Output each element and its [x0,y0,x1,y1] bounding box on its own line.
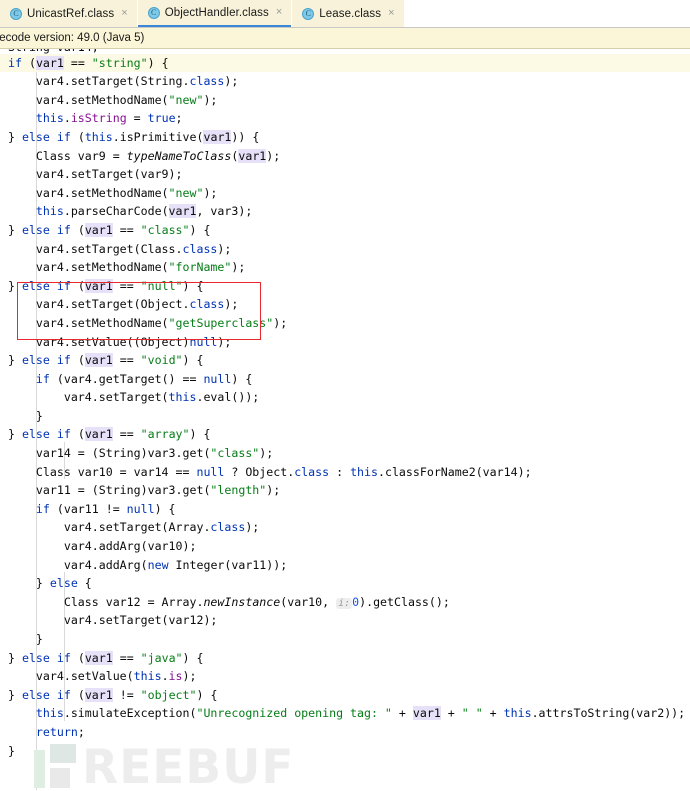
code-line[interactable]: var4.setTarget(Object.class); [0,295,690,314]
code-line[interactable]: } else if (var1 == "java") { [0,649,690,668]
code-line[interactable]: return; [0,723,690,742]
code-line[interactable]: } [0,630,690,649]
tab-label: ObjectHandler.class [165,7,269,19]
code-line[interactable]: var4.addArg(var10); [0,537,690,556]
bytecode-version-text: tecode version: 49.0 (Java 5) [0,32,144,44]
code-line[interactable]: this.parseCharCode(var1, var3); [0,202,690,221]
tab-label: UnicastRef.class [27,8,114,20]
tab-lease-class[interactable]: C Lease.class × [292,0,403,27]
editor-tab-bar: C UnicastRef.class × C ObjectHandler.cla… [0,0,690,28]
parameter-hint: i: [336,598,352,609]
java-class-icon: C [148,7,160,19]
code-line[interactable]: } else if (var1 == "void") { [0,351,690,370]
code-line[interactable]: var4.setTarget(this.eval()); [0,388,690,407]
close-icon[interactable]: × [121,8,127,19]
code-line[interactable]: } else if (this.isPrimitive(var1)) { [0,128,690,147]
code-line[interactable]: var4.setTarget(Class.class); [0,240,690,259]
code-line[interactable]: } else if (var1 == "class") { [0,221,690,240]
code-line[interactable]: Class var9 = typeNameToClass(var1); [0,147,690,166]
code-line[interactable]: } [0,742,690,761]
code-line[interactable]: var4.setTarget(Array.class); [0,518,690,537]
code-line[interactable]: var11 = (String)var3.get("length"); [0,481,690,500]
code-editor[interactable]: String var14; if (var1 == "string") { va… [0,49,690,790]
indent-guide [36,758,37,790]
code-line[interactable]: var4.setTarget(var9); [0,165,690,184]
code-line[interactable]: var4.setTarget(String.class); [0,72,690,91]
bytecode-version-banner: tecode version: 49.0 (Java 5) [0,28,690,49]
java-class-icon: C [302,8,314,20]
tab-unicastref-class[interactable]: C UnicastRef.class × [0,0,137,27]
code-line[interactable]: var4.setValue(this.is); [0,667,690,686]
code-line[interactable]: if (var4.getTarget() == null) { [0,370,690,389]
code-line[interactable]: if (var1 == "string") { [0,54,690,73]
java-class-icon: C [10,8,22,20]
code-line[interactable]: this.simulateException("Unrecognized ope… [0,704,690,723]
tab-objecthandler-class[interactable]: C ObjectHandler.class × [138,0,292,27]
code-line[interactable]: var4.setValue((Object)null); [0,333,690,352]
code-line[interactable]: } else { [0,574,690,593]
code-line[interactable]: var4.addArg(new Integer(var11)); [0,556,690,575]
code-line[interactable]: this.isString = true; [0,109,690,128]
code-content[interactable]: String var14; if (var1 == "string") { va… [0,49,690,760]
code-line[interactable]: var14 = (String)var3.get("class"); [0,444,690,463]
code-line[interactable]: var4.setTarget(var12); [0,611,690,630]
close-icon[interactable]: × [276,7,282,18]
code-line[interactable]: } else if (var1 == "array") { [0,425,690,444]
code-line[interactable]: var4.setMethodName("getSuperclass"); [0,314,690,333]
code-line[interactable]: Class var12 = Array.newInstance(var10, i… [0,593,690,612]
code-line[interactable]: var4.setMethodName("new"); [0,91,690,110]
code-line[interactable]: } else if (var1 == "null") { [0,277,690,296]
code-line[interactable]: var4.setMethodName("new"); [0,184,690,203]
tab-bar-empty-area [404,0,690,27]
tab-label: Lease.class [319,8,381,20]
code-line[interactable]: } else if (var1 != "object") { [0,686,690,705]
code-line[interactable]: if (var11 != null) { [0,500,690,519]
code-line[interactable]: } [0,407,690,426]
code-line[interactable]: var4.setMethodName("forName"); [0,258,690,277]
code-line[interactable]: Class var10 = var14 == null ? Object.cla… [0,463,690,482]
close-icon[interactable]: × [388,8,394,19]
